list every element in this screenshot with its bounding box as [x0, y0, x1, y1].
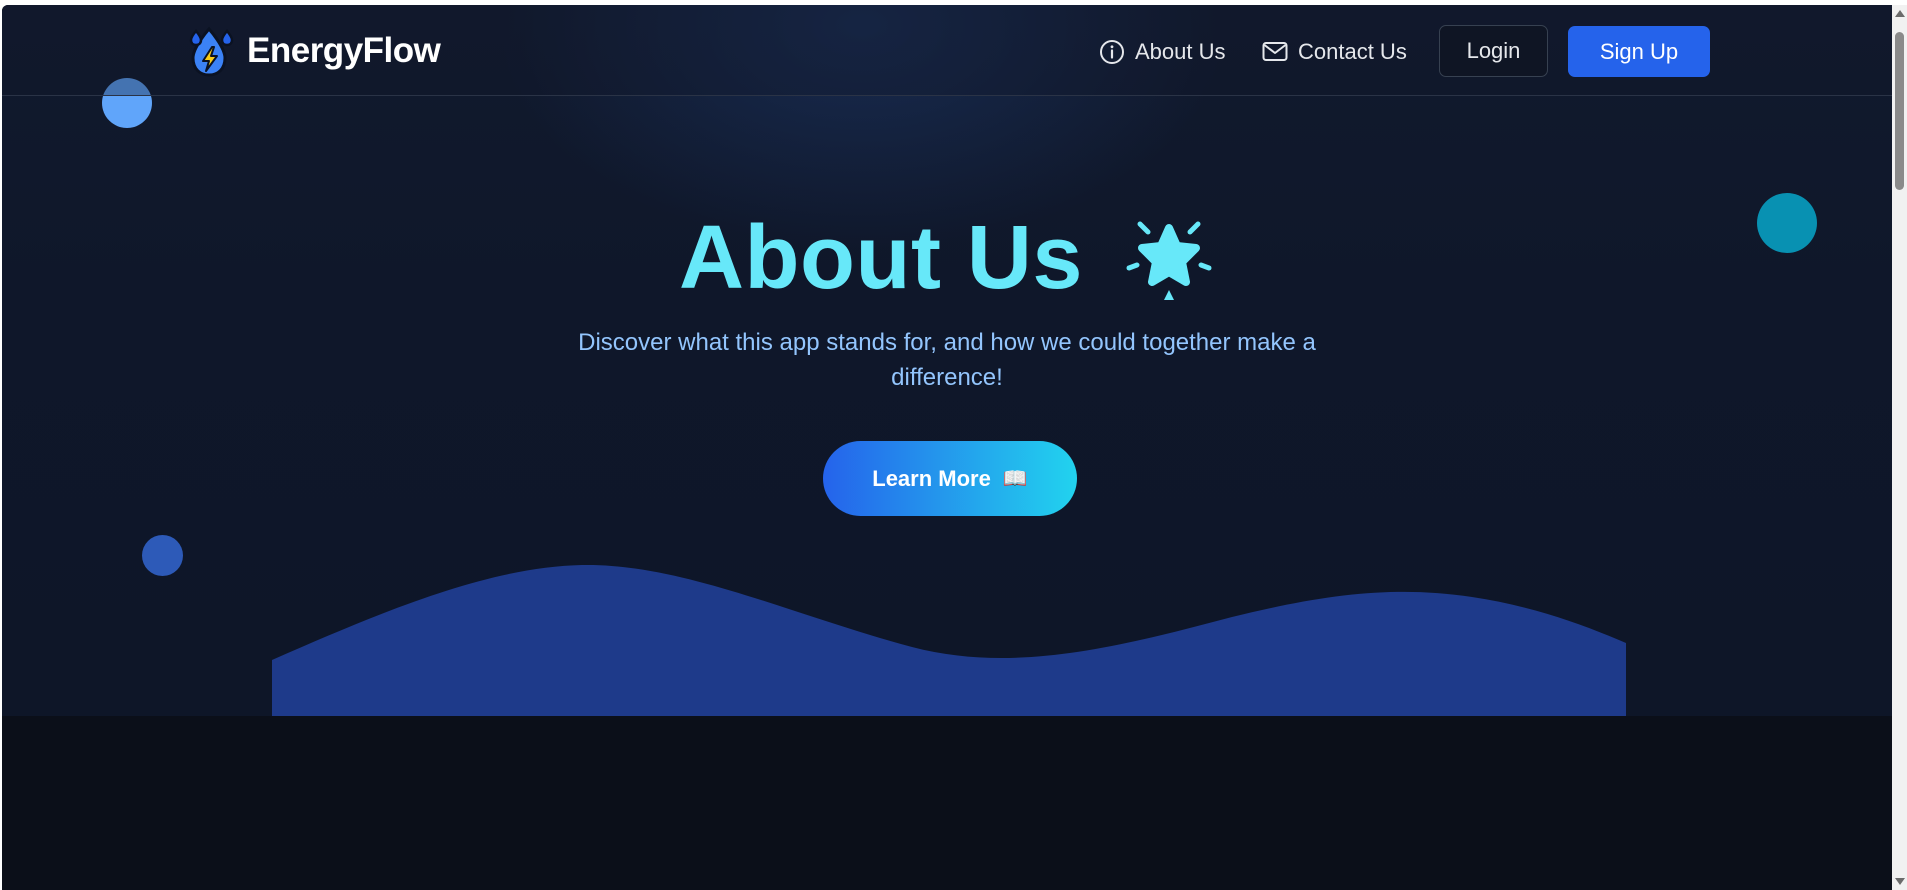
- learn-more-label: Learn More: [872, 465, 991, 491]
- hero-subtitle: Discover what this app stands for, and h…: [578, 329, 1316, 391]
- energy-drop-logo-icon: [189, 26, 234, 77]
- signup-button[interactable]: Sign Up: [1568, 26, 1710, 77]
- decorative-wave: [272, 564, 1626, 716]
- book-icon: 📖: [1002, 468, 1028, 490]
- nav-contact-us-link[interactable]: Contact Us: [1262, 39, 1407, 65]
- info-icon: [1100, 40, 1124, 64]
- vertical-scrollbar[interactable]: [1892, 5, 1907, 890]
- app-window: EnergyFlow About Us Contact Us Login Sig…: [2, 5, 1892, 890]
- scrollbar-thumb[interactable]: [1895, 32, 1904, 190]
- brand[interactable]: EnergyFlow: [187, 25, 441, 77]
- nav-about-us-link[interactable]: About Us: [1099, 39, 1226, 65]
- decorative-dot: [142, 535, 183, 576]
- page-title: About Us: [679, 208, 1083, 308]
- login-button[interactable]: Login: [1439, 25, 1548, 77]
- sparkle-star-icon: [1126, 221, 1212, 300]
- top-navbar: EnergyFlow About Us Contact Us Login Sig…: [2, 5, 1892, 96]
- scroll-up-arrow-icon[interactable]: [1895, 10, 1905, 17]
- hero-heading: About Us: [2, 207, 1892, 310]
- mail-icon: [1262, 42, 1288, 61]
- nav-about-us-label: About Us: [1135, 39, 1226, 64]
- brand-name: EnergyFlow: [247, 31, 441, 70]
- hero-section: EnergyFlow About Us Contact Us Login Sig…: [2, 5, 1892, 716]
- learn-more-button[interactable]: Learn More 📖: [823, 441, 1077, 516]
- nav-contact-us-label: Contact Us: [1298, 39, 1407, 64]
- content-section: [2, 716, 1892, 890]
- scroll-down-arrow-icon[interactable]: [1895, 878, 1905, 885]
